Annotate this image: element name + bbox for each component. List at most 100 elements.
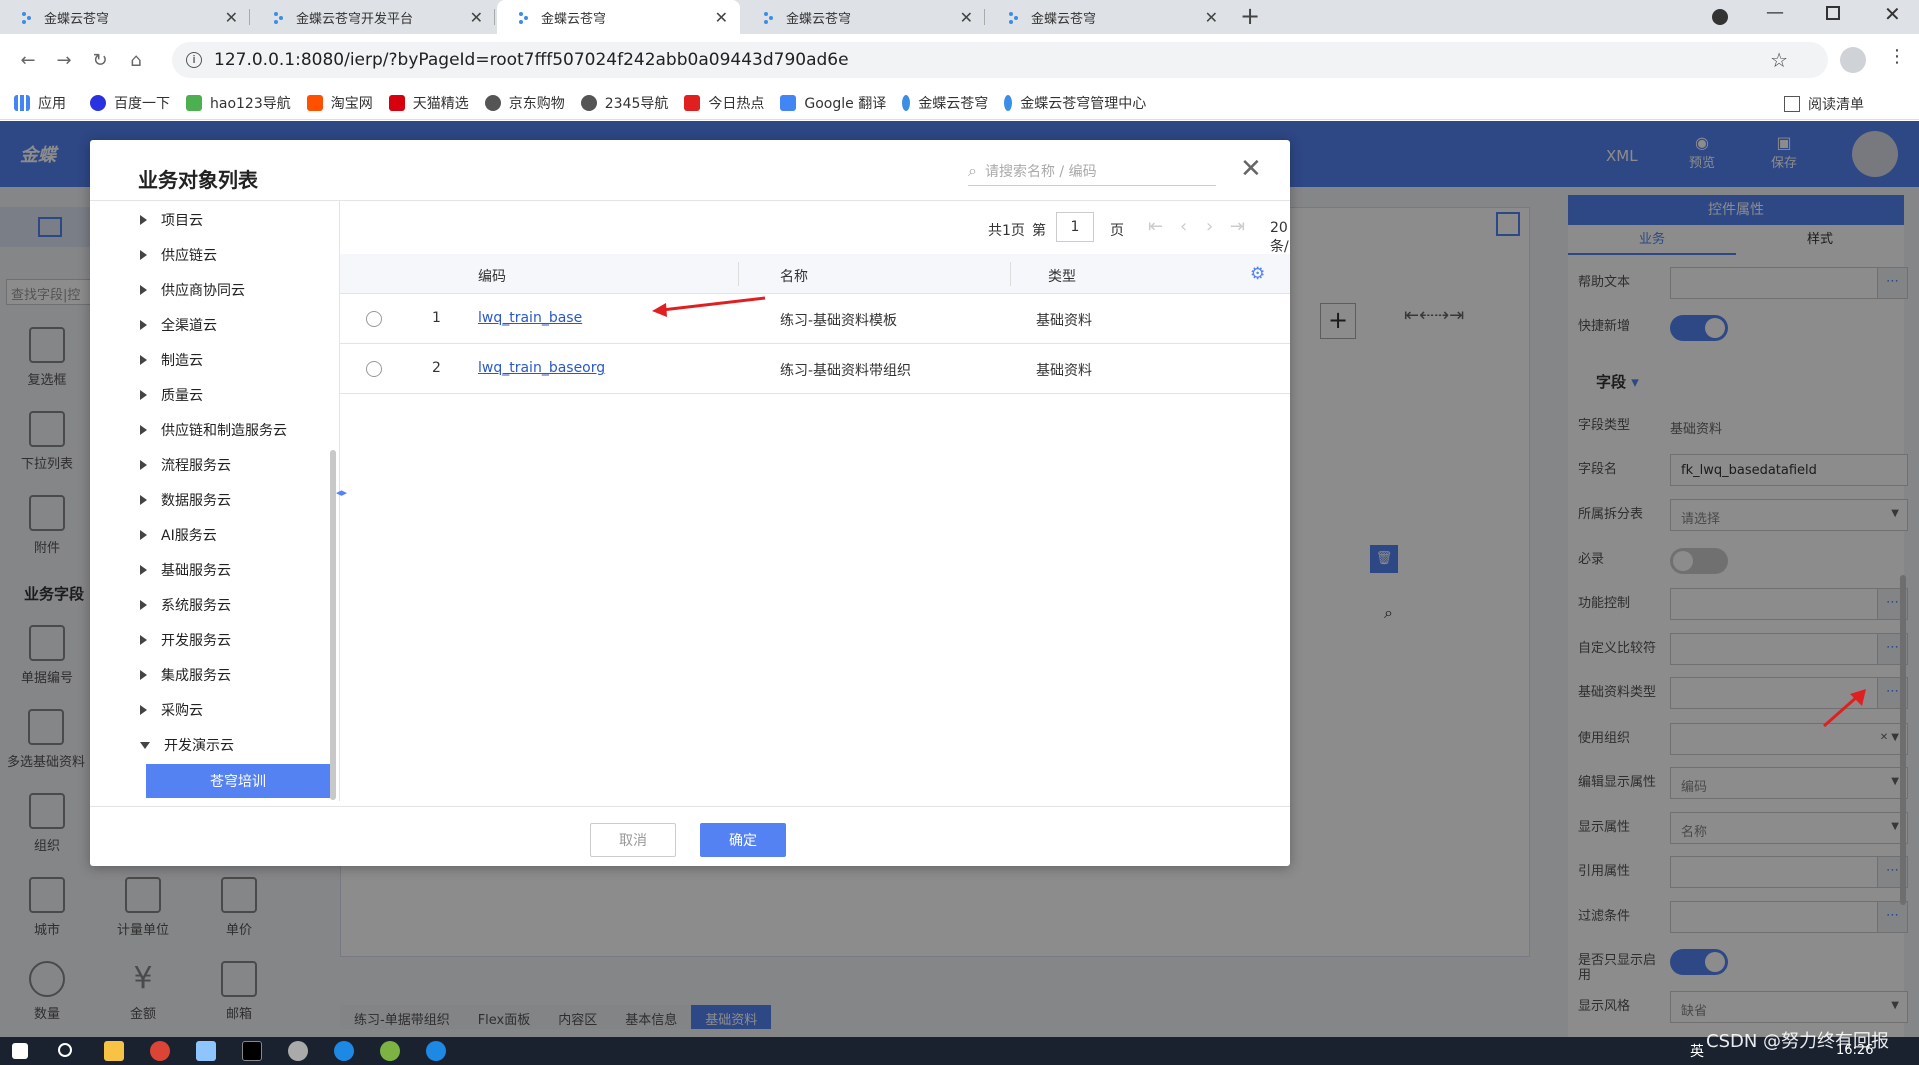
tree-node[interactable]: 供应链和制造服务云 (140, 415, 287, 445)
tree-node[interactable]: 数据服务云 (140, 485, 231, 515)
caret-right-icon[interactable] (140, 705, 147, 715)
tree-node[interactable]: 供应商协同云 (140, 275, 245, 305)
caret-right-icon[interactable] (140, 390, 147, 400)
caret-right-icon[interactable] (140, 285, 147, 295)
close-tab-icon[interactable]: ✕ (470, 8, 483, 27)
tree-node[interactable]: 供应链云 (140, 240, 217, 270)
caret-right-icon[interactable] (140, 565, 147, 575)
tree-item-selected[interactable]: 苍穹培训 (146, 764, 330, 798)
tree-node[interactable]: 制造云 (140, 345, 203, 375)
object-code-link[interactable]: lwq_train_baseorg (478, 360, 605, 376)
tree-node[interactable]: AI服务云 (140, 520, 217, 550)
info-icon[interactable]: i (186, 52, 202, 68)
tree-node[interactable]: 开发服务云 (140, 625, 231, 655)
back-icon[interactable]: ← (10, 50, 46, 71)
bookmark-taobao[interactable]: 淘宝网 (306, 93, 373, 113)
caret-right-icon[interactable] (140, 670, 147, 680)
tree-node[interactable]: 开发演示云 (140, 730, 234, 760)
next-page-icon[interactable]: › (1206, 216, 1213, 237)
caret-right-icon[interactable] (140, 530, 147, 540)
settings-gear-icon[interactable] (288, 1041, 308, 1061)
windows-start-icon[interactable] (12, 1043, 28, 1059)
table-row[interactable]: 1 lwq_train_base 练习-基础资料模板 基础资料 (340, 294, 1290, 344)
terminal-icon[interactable] (242, 1041, 262, 1061)
caret-right-icon[interactable] (140, 460, 147, 470)
browser-tab-3[interactable]: 金蝶云苍穹 ✕ (497, 0, 740, 34)
settings-gear-icon[interactable]: ⚙ (1250, 264, 1265, 284)
table-row[interactable]: 2 lwq_train_baseorg 练习-基础资料带组织 基础资料 (340, 344, 1290, 394)
bookmark-hao123[interactable]: hao123导航 (186, 93, 291, 113)
tree-node[interactable]: 项目云 (140, 205, 203, 235)
browser-tab-4[interactable]: 金蝶云苍穹 ✕ (742, 0, 985, 34)
first-page-icon[interactable]: ⇤ (1148, 216, 1163, 237)
tree-node[interactable]: 系统服务云 (140, 590, 231, 620)
tree-node[interactable]: 全渠道云 (140, 310, 217, 340)
window-close-icon[interactable]: ✕ (1884, 2, 1901, 26)
tree-node[interactable]: 采购云 (140, 695, 203, 725)
caret-right-icon[interactable] (140, 495, 147, 505)
home-icon[interactable]: ⌂ (118, 50, 154, 71)
file-explorer-icon[interactable] (104, 1041, 124, 1061)
bookmark-hot[interactable]: 今日热点 (684, 93, 764, 113)
last-page-icon[interactable]: ⇥ (1230, 216, 1245, 237)
bookmark-tmall[interactable]: 天猫精选 (388, 93, 469, 113)
prev-page-icon[interactable]: ‹ (1180, 216, 1187, 237)
caret-right-icon[interactable] (140, 635, 147, 645)
tree-node[interactable]: 质量云 (140, 380, 203, 410)
browser-tab-2[interactable]: 金蝶云苍穹开发平台 ✕ (252, 0, 495, 34)
reading-list[interactable]: 阅读清单 (1784, 94, 1864, 114)
tree-scrollbar[interactable] (330, 450, 336, 800)
caret-right-icon[interactable] (140, 215, 147, 225)
confirm-button[interactable]: 确定 (700, 823, 786, 857)
app-icon[interactable] (380, 1041, 400, 1061)
bookmark-apps[interactable]: 应用 (14, 93, 66, 113)
menu-kebab-icon[interactable]: ⋮ (1888, 46, 1906, 67)
browser-tab-1[interactable]: 金蝶云苍穹 ✕ (0, 0, 250, 34)
caret-right-icon[interactable] (140, 425, 147, 435)
tab-search-icon[interactable] (1712, 9, 1728, 25)
collapse-toggle-icon[interactable]: ◂▸ (336, 486, 347, 499)
kingdee-favicon-icon (272, 10, 286, 24)
caret-right-icon[interactable] (140, 600, 147, 610)
object-code-link[interactable]: lwq_train_base (478, 310, 582, 326)
close-tab-icon[interactable]: ✕ (1205, 8, 1218, 27)
bookmark-kingdee-admin[interactable]: 金蝶云苍穹管理中心 (1004, 93, 1146, 113)
caret-down-icon[interactable] (140, 741, 150, 749)
new-tab-icon[interactable]: + (1240, 2, 1260, 30)
bookmarks-bar: 应用 百度一下 hao123导航 淘宝网 天猫精选 京东购物 2345导航 今日… (0, 86, 1919, 120)
row-radio[interactable] (366, 361, 382, 377)
page-number-input[interactable]: 1 (1056, 212, 1094, 242)
restore-icon[interactable] (1826, 6, 1840, 20)
tree-node[interactable]: 流程服务云 (140, 450, 231, 480)
bookmark-star-icon[interactable]: ☆ (1770, 48, 1788, 72)
chrome-icon[interactable] (150, 1041, 170, 1061)
forward-icon[interactable]: → (46, 50, 82, 71)
bookmark-jd[interactable]: 京东购物 (484, 93, 565, 113)
app-icon[interactable] (196, 1041, 216, 1061)
caret-right-icon[interactable] (140, 250, 147, 260)
minimize-icon[interactable]: — (1766, 2, 1784, 23)
bookmark-kingdee[interactable]: 金蝶云苍穹 (902, 93, 988, 113)
tree-node[interactable]: 基础服务云 (140, 555, 231, 585)
bookmark-2345[interactable]: 2345导航 (580, 93, 668, 113)
close-tab-icon[interactable]: ✕ (960, 8, 973, 27)
edge-icon[interactable] (426, 1041, 446, 1061)
profile-avatar[interactable] (1840, 47, 1866, 73)
bookmark-baidu[interactable]: 百度一下 (90, 93, 170, 113)
caret-right-icon[interactable] (140, 355, 147, 365)
close-tab-icon[interactable]: ✕ (225, 8, 238, 27)
caret-right-icon[interactable] (140, 320, 147, 330)
app-icon[interactable] (334, 1041, 354, 1061)
search-icon[interactable] (58, 1043, 72, 1057)
dialog-close-icon[interactable]: ✕ (1240, 154, 1262, 184)
tree-node[interactable]: 集成服务云 (140, 660, 231, 690)
cancel-button[interactable]: 取消 (590, 823, 676, 857)
close-tab-icon[interactable]: ✕ (715, 8, 728, 27)
browser-tab-5[interactable]: 金蝶云苍穹 ✕ (987, 0, 1230, 34)
reload-icon[interactable]: ↻ (82, 50, 118, 71)
url-input[interactable]: i 127.0.0.1:8080/ierp/?byPageId=root7fff… (172, 42, 1828, 78)
bookmark-google-translate[interactable]: Google 翻译 (780, 93, 886, 113)
ime-indicator[interactable]: 英 (1690, 1041, 1704, 1061)
object-search-input[interactable]: ⌕ 请搜索名称 / 编码 (968, 156, 1216, 186)
row-radio[interactable] (366, 311, 382, 327)
